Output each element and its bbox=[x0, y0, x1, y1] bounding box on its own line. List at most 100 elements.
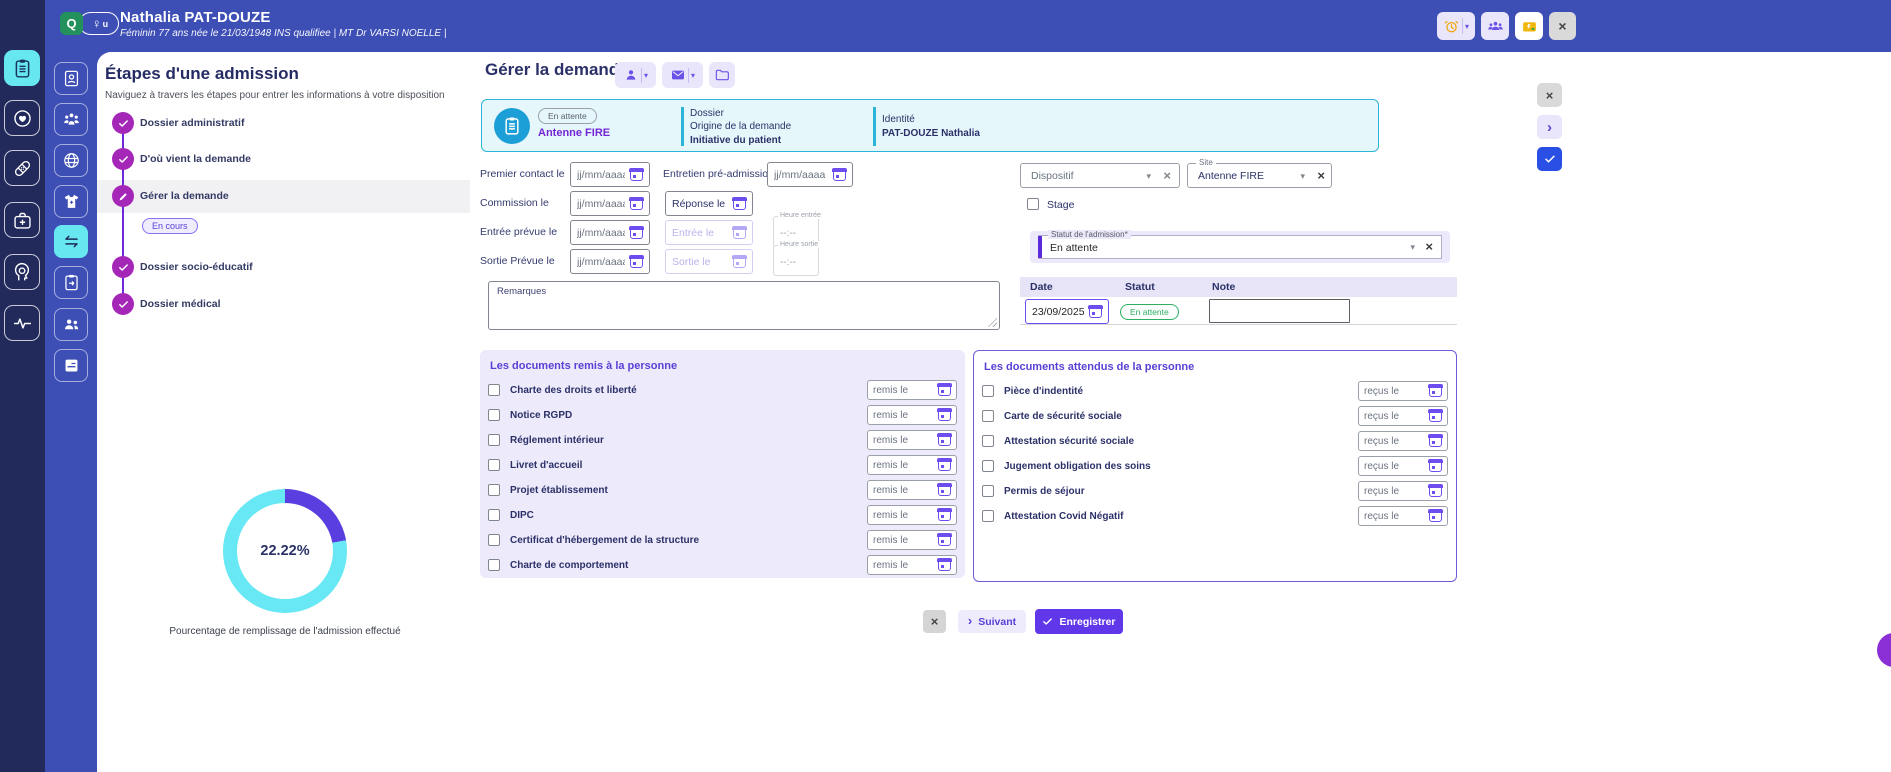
calendar-icon[interactable] bbox=[938, 434, 951, 446]
remis-le-date[interactable] bbox=[867, 430, 957, 450]
panel-validate-button[interactable] bbox=[1537, 147, 1562, 171]
document-checkbox[interactable] bbox=[982, 510, 994, 522]
recus-le-input[interactable] bbox=[1364, 386, 1424, 397]
recus-le-input[interactable] bbox=[1364, 436, 1424, 447]
calendar-icon[interactable] bbox=[938, 484, 951, 496]
history-date-input[interactable] bbox=[1032, 306, 1084, 318]
remis-le-input[interactable] bbox=[873, 460, 933, 471]
rail-bandage-button[interactable] bbox=[4, 150, 40, 186]
history-date[interactable] bbox=[1025, 299, 1109, 324]
caret-down-icon[interactable]: ▾ bbox=[691, 71, 695, 80]
sortie-prevue-date[interactable] bbox=[570, 249, 650, 274]
reminders-split-button[interactable]: ▾ bbox=[1437, 12, 1475, 40]
remis-le-input[interactable] bbox=[873, 510, 933, 521]
calendar-icon[interactable] bbox=[938, 409, 951, 421]
entretien-input[interactable] bbox=[774, 169, 828, 181]
calendar-icon[interactable] bbox=[630, 227, 643, 239]
document-checkbox[interactable] bbox=[982, 435, 994, 447]
clear-icon[interactable]: × bbox=[1425, 239, 1433, 254]
remis-le-input[interactable] bbox=[873, 435, 933, 446]
calendar-icon[interactable] bbox=[1089, 306, 1102, 318]
recus-le-input[interactable] bbox=[1364, 411, 1424, 422]
remis-le-input[interactable] bbox=[873, 385, 933, 396]
document-checkbox[interactable] bbox=[488, 509, 500, 521]
calendar-icon[interactable] bbox=[938, 559, 951, 571]
banner-site-link[interactable]: Antenne FIRE bbox=[538, 127, 610, 139]
recus-le-date[interactable] bbox=[1358, 406, 1448, 426]
entretien-date[interactable] bbox=[767, 162, 853, 187]
panel-forward-button[interactable]: › bbox=[1537, 115, 1562, 139]
recus-le-input[interactable] bbox=[1364, 461, 1424, 472]
document-checkbox[interactable] bbox=[982, 485, 994, 497]
caret-down-icon[interactable]: ▾ bbox=[644, 71, 648, 80]
nav-identity-card-button[interactable] bbox=[54, 62, 88, 95]
history-note-input[interactable] bbox=[1209, 299, 1350, 323]
reponse-date[interactable]: Réponse le bbox=[665, 191, 753, 216]
calendar-icon[interactable] bbox=[1429, 460, 1442, 472]
recus-le-date[interactable] bbox=[1358, 481, 1448, 501]
nav-clothing-button[interactable] bbox=[54, 185, 88, 218]
document-checkbox[interactable] bbox=[488, 534, 500, 546]
mail-split-button[interactable]: ▾ bbox=[662, 62, 703, 88]
document-checkbox[interactable] bbox=[488, 559, 500, 571]
remis-le-date[interactable] bbox=[867, 455, 957, 475]
calendar-icon[interactable] bbox=[1429, 410, 1442, 422]
clear-icon[interactable]: × bbox=[1317, 168, 1325, 184]
carte-vitale-button[interactable] bbox=[1515, 12, 1543, 40]
document-checkbox[interactable] bbox=[488, 484, 500, 496]
sortie-prevue-input[interactable] bbox=[577, 256, 625, 268]
calendar-icon[interactable] bbox=[630, 169, 643, 181]
remis-le-date[interactable] bbox=[867, 480, 957, 500]
recus-le-date[interactable] bbox=[1358, 381, 1448, 401]
panel-close-button[interactable]: × bbox=[1537, 83, 1562, 107]
calendar-icon[interactable] bbox=[630, 256, 643, 268]
care-team-button[interactable] bbox=[1481, 12, 1509, 40]
remis-le-date[interactable] bbox=[867, 555, 957, 575]
calendar-icon[interactable] bbox=[1429, 385, 1442, 397]
calendar-icon[interactable] bbox=[833, 169, 846, 181]
close-patient-button[interactable]: × bbox=[1549, 12, 1576, 40]
calendar-icon[interactable] bbox=[938, 509, 951, 521]
remis-le-date[interactable] bbox=[867, 505, 957, 525]
premier-contact-date[interactable] bbox=[570, 162, 650, 187]
nav-admission-transfer-button[interactable] bbox=[54, 225, 88, 258]
nav-users-button[interactable] bbox=[54, 308, 88, 341]
document-checkbox[interactable] bbox=[982, 385, 994, 397]
calendar-icon[interactable] bbox=[630, 198, 643, 210]
contact-split-button[interactable]: ▾ bbox=[615, 62, 656, 88]
dispositif-select[interactable]: Dispositif ▾ × bbox=[1020, 163, 1180, 188]
stage-checkbox[interactable] bbox=[1027, 198, 1039, 210]
statut-admission-select[interactable]: Statut de l'admission* En attente ▾ × bbox=[1038, 235, 1442, 259]
rail-vitals-pulse-button[interactable] bbox=[4, 305, 40, 341]
calendar-icon[interactable] bbox=[733, 198, 746, 210]
nav-globe-button[interactable] bbox=[54, 144, 88, 177]
caret-down-icon[interactable]: ▾ bbox=[1465, 22, 1469, 31]
folder-button[interactable] bbox=[709, 62, 735, 88]
commission-input[interactable] bbox=[577, 198, 625, 210]
enregistrer-button[interactable]: Enregistrer bbox=[1035, 609, 1123, 634]
calendar-icon[interactable] bbox=[938, 384, 951, 396]
remis-le-date[interactable] bbox=[867, 380, 957, 400]
remis-le-input[interactable] bbox=[873, 410, 933, 421]
rail-care-heart-button[interactable] bbox=[4, 100, 40, 136]
premier-contact-input[interactable] bbox=[577, 169, 625, 181]
nav-family-button[interactable] bbox=[54, 103, 88, 136]
calendar-icon[interactable] bbox=[1429, 485, 1442, 497]
nav-billing-note-button[interactable] bbox=[54, 349, 88, 382]
calendar-icon[interactable] bbox=[938, 459, 951, 471]
document-checkbox[interactable] bbox=[488, 384, 500, 396]
calendar-icon[interactable] bbox=[1429, 435, 1442, 447]
document-checkbox[interactable] bbox=[488, 409, 500, 421]
recus-le-input[interactable] bbox=[1364, 486, 1424, 497]
remarques-textarea[interactable] bbox=[495, 296, 995, 325]
recus-le-input[interactable] bbox=[1364, 511, 1424, 522]
caret-down-icon[interactable]: ▾ bbox=[1300, 171, 1305, 182]
cancel-button[interactable]: × bbox=[923, 610, 946, 633]
calendar-icon[interactable] bbox=[938, 534, 951, 546]
suivant-button[interactable]: › Suivant bbox=[958, 610, 1026, 633]
rail-admission-clipboard-button[interactable] bbox=[4, 50, 40, 86]
clear-icon[interactable]: × bbox=[1163, 168, 1171, 184]
remis-le-input[interactable] bbox=[873, 535, 933, 546]
rail-first-aid-kit-button[interactable] bbox=[4, 202, 40, 238]
remis-le-input[interactable] bbox=[873, 560, 933, 571]
